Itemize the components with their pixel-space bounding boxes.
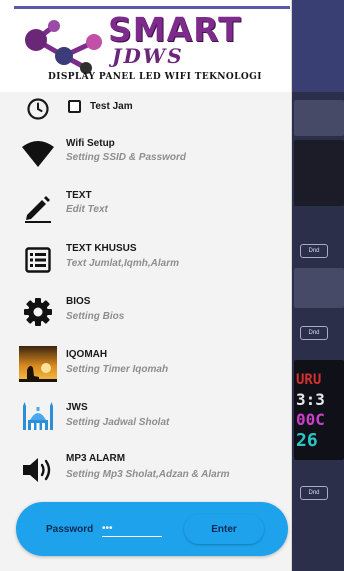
password-bar: Password Enter: [16, 502, 288, 556]
background-header: [290, 0, 344, 92]
menu-item-title: IQOMAH: [66, 349, 108, 360]
menu-item-subtitle: Setting Timer Iqomah: [66, 364, 169, 375]
clock-line: URU: [296, 372, 322, 388]
menu-item-jws[interactable]: JWS Setting Jadwal Sholat: [0, 397, 291, 437]
test-jam-row[interactable]: Test Jam: [0, 96, 291, 122]
drawer-header: SMART JDWS DISPLAY PANEL LED WIFI TEKNOL…: [0, 0, 291, 92]
mosque-icon: [18, 397, 58, 437]
logo-molecule-icon: [25, 20, 102, 74]
menu-item-subtitle: Edit Text: [66, 204, 108, 215]
menu-item-text-khusus[interactable]: TEXT KHUSUS Text Jumlat,Iqmh,Alarm: [0, 240, 291, 280]
background-button: Dnd: [300, 326, 328, 340]
menu-item-title: BIOS: [66, 296, 91, 307]
menu-item-subtitle: Setting Bios: [66, 311, 125, 322]
menu-item-wifi-setup[interactable]: Wifi Setup Setting SSID & Password: [0, 134, 291, 174]
brand-subtitle: JDWS: [112, 44, 184, 68]
menu-item-title: MP3 ALARM: [66, 453, 126, 464]
background-button: Dnd: [300, 486, 328, 500]
wifi-icon: [18, 134, 58, 174]
clock-icon: [18, 89, 58, 129]
pencil-icon: [18, 188, 58, 228]
navigation-drawer: SMART JDWS DISPLAY PANEL LED WIFI TEKNOL…: [0, 0, 292, 571]
background-tile: [294, 100, 344, 136]
menu-item-title: TEXT KHUSUS: [66, 243, 137, 254]
gear-icon: [18, 292, 58, 332]
background-clock-panel: URU 3:3 00C 26: [294, 360, 344, 460]
menu-item-subtitle: Setting Jadwal Sholat: [66, 417, 170, 428]
menu-item-subtitle: Setting SSID & Password: [66, 152, 187, 163]
brand-tagline: DISPLAY PANEL LED WIFI TEKNOLOGI: [48, 72, 262, 82]
test-jam-label: Test Jam: [90, 101, 133, 112]
menu-item-title: TEXT: [66, 190, 92, 201]
clock-line: 26: [296, 430, 318, 451]
password-label: Password: [46, 524, 94, 535]
menu-item-subtitle: Text Jumlat,Iqmh,Alarm: [66, 258, 179, 269]
menu-item-title: JWS: [66, 402, 88, 413]
background-tile: [294, 140, 344, 206]
clock-line: 00C: [296, 410, 325, 429]
header-bar: [14, 6, 290, 9]
menu-item-bios[interactable]: BIOS Setting Bios: [0, 292, 291, 332]
clock-line: 3:3: [296, 390, 325, 409]
test-jam-checkbox[interactable]: [68, 100, 81, 113]
list-icon: [18, 240, 58, 280]
enter-button[interactable]: Enter: [184, 514, 264, 544]
menu-item-mp3-alarm[interactable]: MP3 ALARM Setting Mp3 Sholat,Adzan & Ala…: [0, 450, 291, 490]
prayer-image-icon: [18, 344, 58, 384]
background-button: Dnd: [300, 244, 328, 258]
background-app: Dnd Dnd URU 3:3 00C 26 Dnd: [290, 0, 344, 571]
menu-item-subtitle: Setting Mp3 Sholat,Adzan & Alarm: [66, 469, 230, 480]
speaker-icon: [18, 450, 58, 490]
menu-item-iqomah[interactable]: IQOMAH Setting Timer Iqomah: [0, 344, 291, 384]
menu-item-title: Wifi Setup: [66, 138, 115, 149]
password-input[interactable]: [102, 520, 162, 537]
menu-item-text[interactable]: TEXT Edit Text: [0, 186, 291, 226]
background-tile: [294, 268, 344, 308]
